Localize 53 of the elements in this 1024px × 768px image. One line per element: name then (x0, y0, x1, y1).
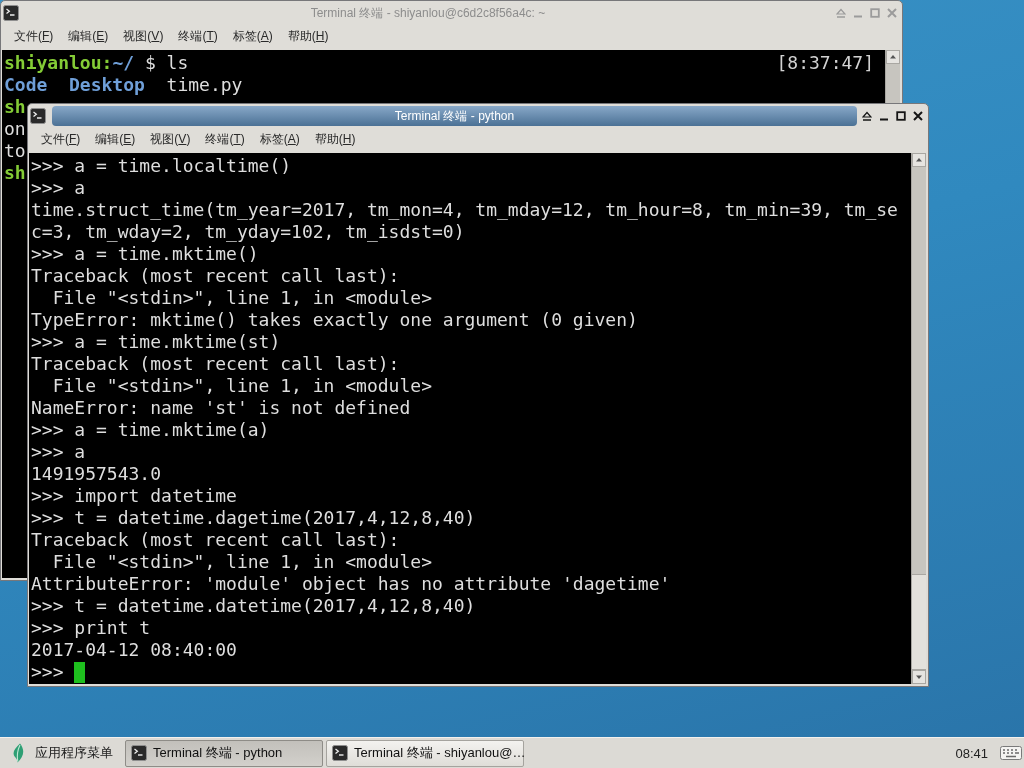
terminal-line: c=3, tm_wday=2, tm_yday=102, tm_isdst=0) (31, 221, 465, 243)
scroll-thumb[interactable] (912, 574, 926, 670)
close-icon[interactable] (913, 110, 923, 121)
terminal-line: File "<stdin>", line 1, in <module> (51, 551, 432, 573)
terminal-line: Code Desktop time.py (4, 74, 243, 96)
taskbar-window-button[interactable]: Terminal 终端 - shiyanlou@… (326, 739, 524, 767)
keyboard-icon[interactable] (1000, 744, 1022, 762)
terminal-icon (332, 745, 348, 761)
leaf-icon (12, 743, 25, 763)
terminal-line: >>> (31, 661, 65, 683)
terminal-line: TypeError: mktime() takes exactly one argument (0 given) (31, 309, 638, 331)
terminal-line: Traceback (most recent call last): (31, 353, 400, 375)
menu-item[interactable]: 帮助(H) (314, 131, 356, 148)
terminal-line: Traceback (most recent call last): (31, 529, 400, 551)
menu-item[interactable]: 文件(F) (41, 131, 81, 148)
terminal-line: >>> a = time.mktime() (31, 243, 259, 265)
terminal-line: AttributeError: 'module' object has no attribute 'dagetime' (31, 573, 671, 595)
menu-item[interactable]: 视图(V) (150, 131, 191, 148)
terminal-line: sh (4, 162, 26, 184)
terminal-line: time.struct_time(tm_year=2017, tm_mon=4, tm_mday=12, tm_hour=8, tm_min=39, tm_se (31, 199, 898, 221)
menu-item[interactable]: 标签(A) (259, 131, 300, 148)
terminal-line: >>> import datetime (31, 485, 237, 507)
terminal-line: >>> print t (31, 617, 151, 639)
terminal-line: to (4, 140, 26, 162)
terminal-line: >>> t = datetime.dagetime(2017,4,12,8,40) (31, 507, 476, 529)
terminal-line: >>> a = time.localtime() (31, 155, 292, 177)
menu-item[interactable]: 编辑(E) (95, 131, 136, 148)
terminal-line: shiyanlou:~/ $ ls (4, 52, 189, 74)
terminal-line: File "<stdin>", line 1, in <module> (51, 375, 432, 397)
window-title: Terminal 终端 - shiyanlou@c6d2c8f56a4c: ~ (309, 4, 547, 22)
terminal-line: >>> t = datetime.datetime(2017,4,12,8,40) (31, 595, 476, 617)
terminal-line: >>> a = time.mktime(st) (31, 331, 281, 353)
terminal-line: File "<stdin>", line 1, in <module> (51, 287, 432, 309)
terminal-line: 2017-04-12 08:40:00 (31, 639, 237, 661)
maximize-icon[interactable] (896, 110, 906, 121)
terminal-line: >>> a (31, 177, 86, 199)
eject-icon[interactable] (862, 110, 872, 121)
terminal-line: Traceback (most recent call last): (31, 265, 400, 287)
timestamp-text: [8:37:47] (776, 52, 874, 74)
terminal-icon[interactable] (30, 107, 46, 124)
taskbar-window-button[interactable]: Terminal 终端 - python (125, 739, 323, 767)
terminal-line: >>> a = time.mktime(a) (31, 419, 270, 441)
terminal-line: >>> a (31, 441, 86, 463)
terminal-line: sh (4, 96, 26, 118)
terminal-icon (131, 745, 147, 761)
terminal-line: NameError: name 'st' is not defined (31, 397, 411, 419)
window-title: Terminal 终端 - python (52, 105, 857, 126)
terminal-line: on (4, 118, 26, 140)
app-menu-button[interactable]: 应用程序菜单 (8, 739, 122, 767)
scrollbar[interactable] (911, 153, 926, 684)
menu-item[interactable]: 终端(T) (205, 131, 245, 148)
terminal-line: 1491957543.0 (31, 463, 162, 485)
clock-text: 08:41 (955, 745, 988, 761)
